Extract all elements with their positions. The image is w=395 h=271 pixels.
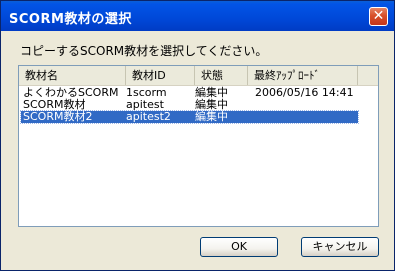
title-bar[interactable]: SCORM教材の選択 ✕ [1,1,394,31]
column-header-last-upload[interactable]: 最終ｱｯﾌﾟﾛｰﾄﾞ [248,66,358,85]
instruction-text: コピーするSCORM教材を選択してください。 [20,44,268,58]
close-button[interactable]: ✕ [369,7,388,26]
column-header-status[interactable]: 状態 [195,66,248,85]
item-name: SCORM教材2 [23,110,93,123]
column-header-name[interactable]: 教材名 [19,66,126,85]
item-status: 編集中 [195,110,228,123]
ok-button[interactable]: OK [200,237,278,257]
item-last-upload: 2006/05/16 14:41 [255,86,354,99]
course-list[interactable]: 教材名 教材ID 状態 最終ｱｯﾌﾟﾛｰﾄﾞ よくわかるSCORM 1scorm… [18,65,379,227]
item-id: apitest2 [126,110,171,123]
list-header: 教材名 教材ID 状態 最終ｱｯﾌﾟﾛｰﾄﾞ [19,66,378,86]
column-header-id[interactable]: 教材ID [126,66,195,85]
window-title: SCORM教材の選択 [9,12,132,27]
cancel-button[interactable]: キャンセル [301,237,379,257]
scorm-select-dialog: SCORM教材の選択 ✕ コピーするSCORM教材を選択してください。 教材名 … [0,0,395,271]
list-item[interactable]: SCORM教材2 apitest2 編集中 [20,110,359,124]
